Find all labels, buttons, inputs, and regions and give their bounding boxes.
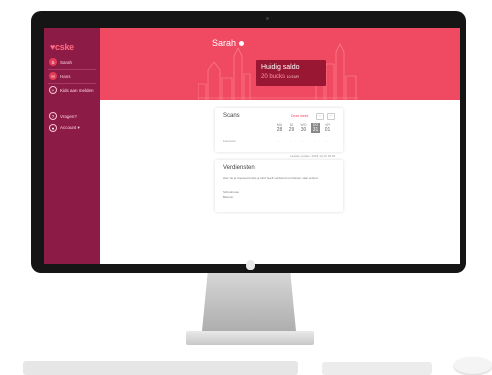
- hero-banner: Sarah Huidig saldo 20 bucks 10 EUR: [100, 28, 460, 100]
- sidebar-item-sarah[interactable]: S Sarah: [49, 58, 72, 66]
- sidebar-item-label: Hans: [60, 73, 71, 79]
- apple-logo-icon: [246, 260, 255, 270]
- row-label: Fietsscan: [223, 139, 236, 143]
- scan-value: -: [302, 139, 303, 143]
- page-title: Sarah: [212, 38, 245, 48]
- divider: [48, 69, 96, 70]
- question-icon: ?: [49, 112, 57, 120]
- scans-title: Scans: [223, 113, 240, 119]
- rewards-title: Verdiensten: [223, 165, 255, 171]
- sidebar-item-questions[interactable]: ? Vragen?: [49, 112, 77, 120]
- app-screen: ♥cske S Sarah H Hans + Kids aan melden ?…: [44, 28, 460, 264]
- scan-value: -: [278, 139, 279, 143]
- sidebar-item-label: Vragen?: [60, 113, 77, 119]
- monitor-base: [186, 331, 314, 345]
- next-week-button[interactable]: ›: [327, 113, 335, 120]
- avatar-icon: H: [49, 72, 57, 80]
- plus-icon: +: [49, 86, 57, 94]
- balance-eur: 10 EUR: [286, 75, 299, 79]
- day-column-selected[interactable]: DO 31: [311, 123, 320, 133]
- camera-icon: [266, 17, 269, 20]
- sidebar-item-label: Kids aan melden: [60, 87, 94, 93]
- sidebar-item-add-kids[interactable]: + Kids aan melden: [49, 86, 95, 94]
- sidebar: ♥cske S Sarah H Hans + Kids aan melden ?…: [44, 28, 100, 264]
- monitor-stand: [202, 273, 296, 331]
- day-column[interactable]: MA 28: [275, 123, 284, 133]
- divider: [48, 83, 96, 84]
- mouse: [454, 357, 492, 374]
- balance-value: 20 bucks 10 EUR: [261, 74, 299, 80]
- sidebar-item-label: Account ▾: [60, 125, 80, 130]
- day-column[interactable]: DI 29: [287, 123, 296, 133]
- balance-card: Huidig saldo 20 bucks 10 EUR: [256, 60, 326, 86]
- sidebar-item-account[interactable]: ● Account ▾: [49, 124, 80, 132]
- rewards-item: Schoolroute: [223, 190, 240, 194]
- keyboard: [23, 361, 298, 375]
- sidebar-item-hans[interactable]: H Hans: [49, 72, 71, 80]
- rewards-item: Beloner: [223, 195, 234, 199]
- scan-value: -: [314, 139, 315, 143]
- edit-icon[interactable]: [239, 40, 245, 46]
- day-column[interactable]: WO 30: [299, 123, 308, 133]
- avatar-icon: S: [49, 58, 57, 66]
- scans-card: Scans Deze week ‹ › MA 28 DI 29 WO 30 DO 31 …: [215, 108, 343, 152]
- last-update: Laatste update: 2018-10-15 18:29: [290, 154, 336, 158]
- scan-value: -: [326, 139, 327, 143]
- app-logo: ♥cske: [50, 42, 74, 52]
- rewards-card: Verdiensten Hier zie je hoeveel bucks je…: [215, 160, 343, 212]
- balance-label: Huidig saldo: [261, 64, 300, 71]
- user-icon: ●: [49, 124, 57, 132]
- week-link[interactable]: Deze week: [291, 114, 308, 118]
- scan-value: -: [290, 139, 291, 143]
- rewards-text: Hier zie je hoeveel bucks je kind heeft …: [223, 176, 319, 180]
- prev-week-button[interactable]: ‹: [316, 113, 324, 120]
- sidebar-item-label: Sarah: [60, 59, 73, 65]
- day-column[interactable]: VR 01: [323, 123, 332, 133]
- trackpad: [322, 362, 432, 375]
